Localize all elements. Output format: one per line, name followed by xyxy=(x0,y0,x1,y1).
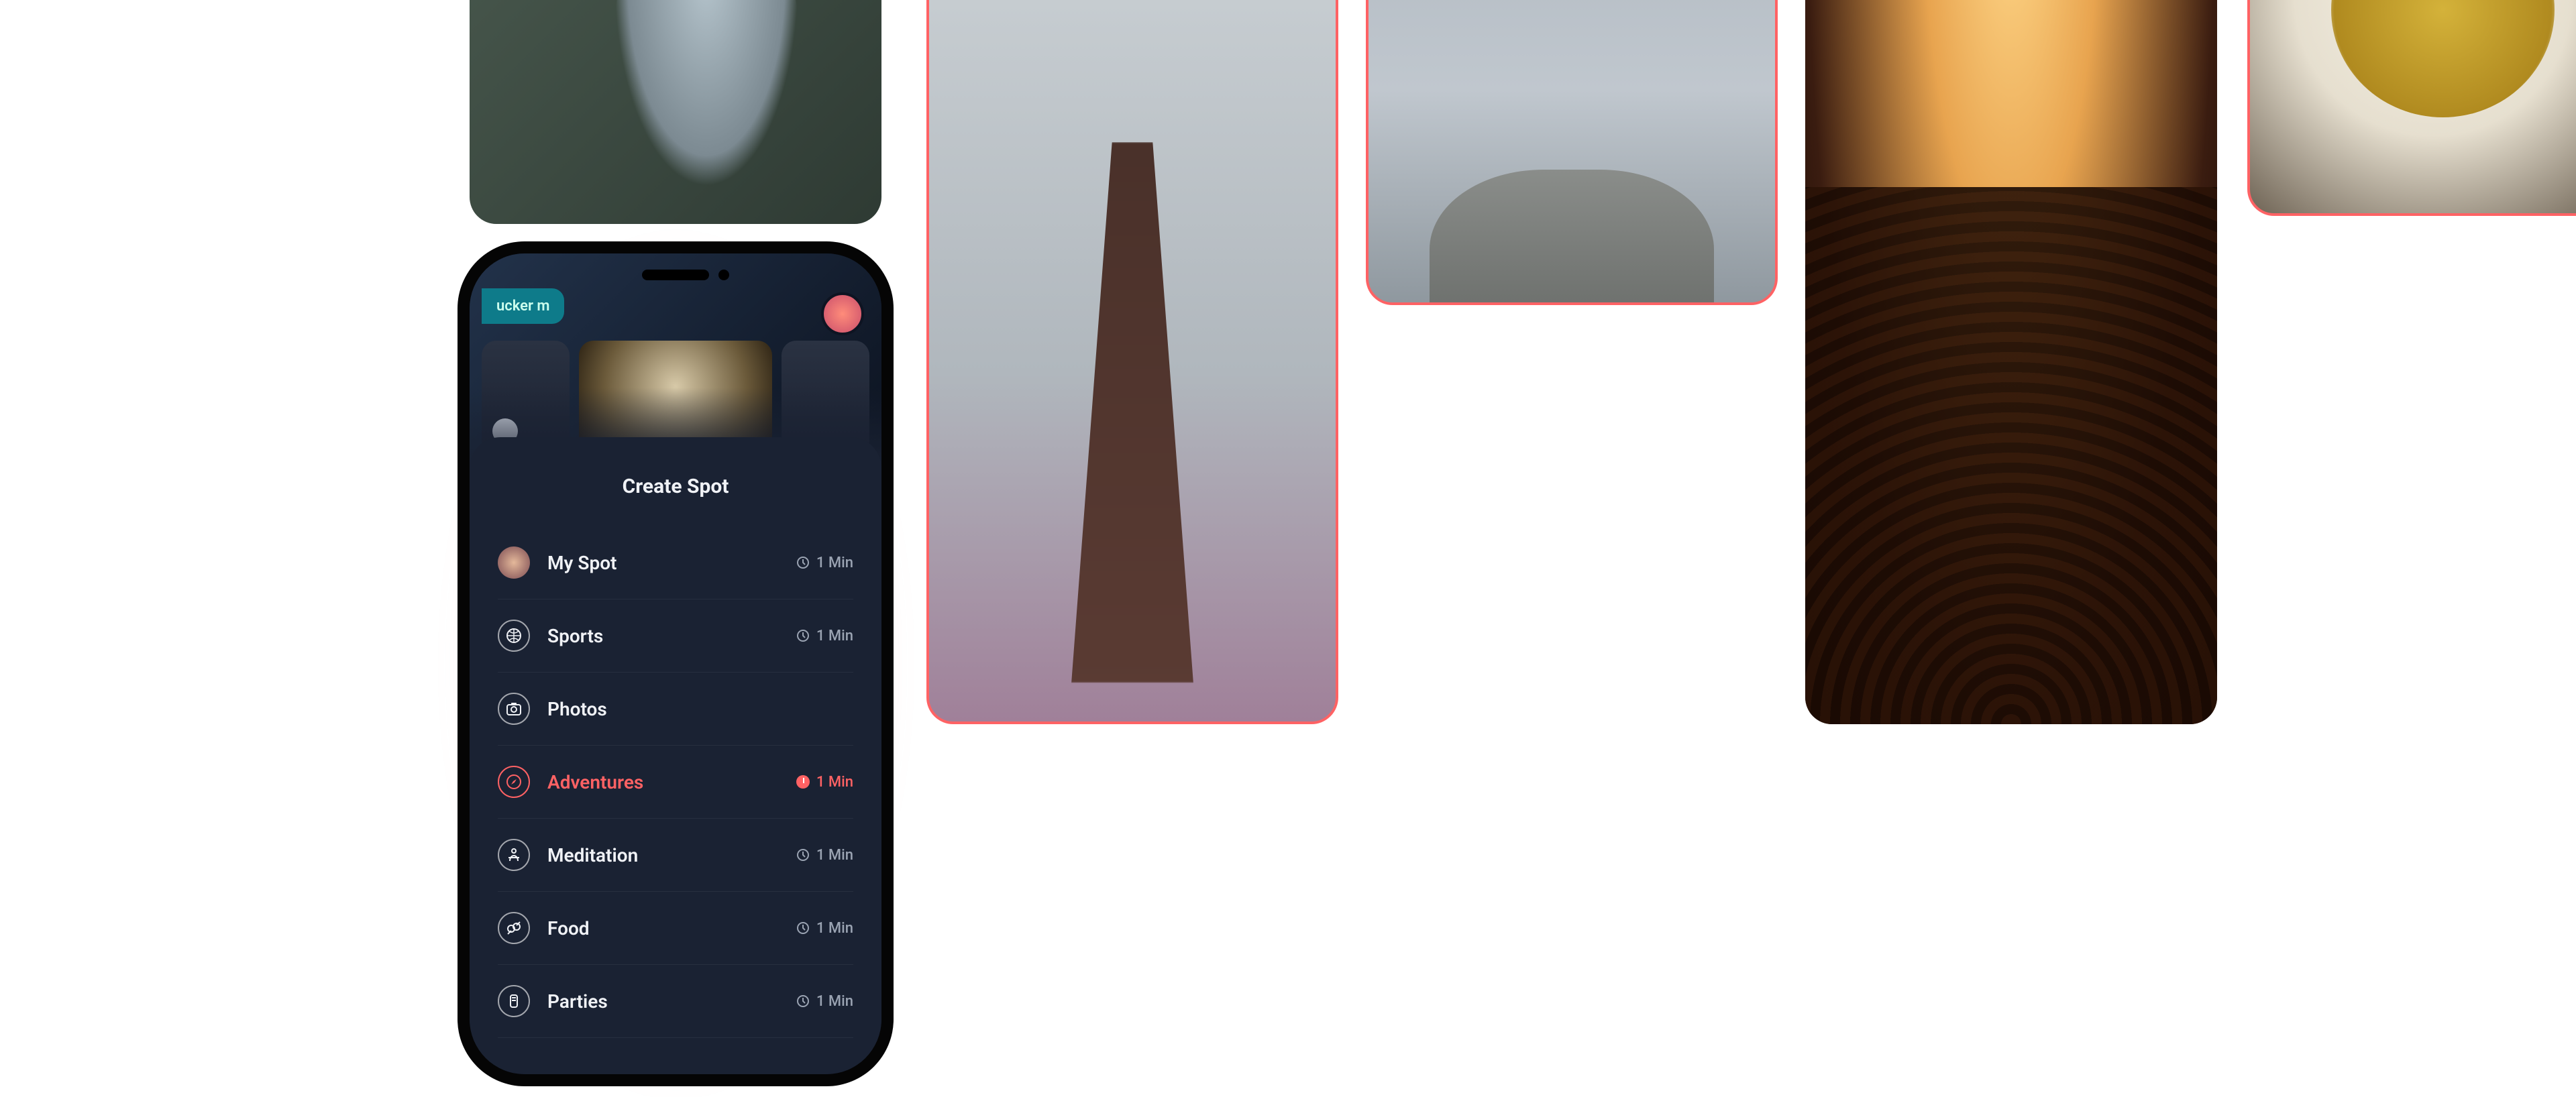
gallery-tile-food[interactable] xyxy=(2247,0,2576,216)
clock-icon xyxy=(796,556,810,569)
phone-background-feed: ucker m xyxy=(470,253,881,468)
category-label: Food xyxy=(547,917,590,939)
gallery-tile-girl[interactable] xyxy=(926,0,1338,724)
category-list: My Spot 1 Min Sports 1 Min Photos Adventures 1… xyxy=(498,526,853,1038)
category-row-sports[interactable]: Sports 1 Min xyxy=(498,599,853,673)
time-badge: 1 Min xyxy=(796,993,853,1010)
phone-mockup: ucker m Create Spot My Spot 1 Min Sports 1 … xyxy=(458,241,894,1086)
phone-notch xyxy=(642,270,709,280)
time-badge: 1 Min xyxy=(796,774,853,791)
time-badge: 1 Min xyxy=(796,628,853,644)
clock-icon xyxy=(796,848,810,862)
clock-icon xyxy=(796,629,810,642)
parties-icon xyxy=(498,985,530,1017)
clock-icon xyxy=(796,775,810,789)
category-row-meditation[interactable]: Meditation 1 Min xyxy=(498,819,853,892)
category-label: Sports xyxy=(547,625,603,647)
category-label: Meditation xyxy=(547,844,638,866)
category-row-adventures[interactable]: Adventures 1 Min xyxy=(498,746,853,819)
meditation-icon xyxy=(498,839,530,871)
compass-icon xyxy=(498,766,530,798)
gallery-tile-concert[interactable] xyxy=(1805,0,2217,724)
category-row-parties[interactable]: Parties 1 Min xyxy=(498,965,853,1038)
category-label: Adventures xyxy=(547,771,643,793)
avatar-icon xyxy=(498,546,530,579)
time-badge: 1 Min xyxy=(796,555,853,571)
sports-icon xyxy=(498,620,530,652)
camera-icon xyxy=(498,693,530,725)
feed-chip: ucker m xyxy=(482,288,564,324)
time-badge: 1 Min xyxy=(796,847,853,864)
category-row-my-spot[interactable]: My Spot 1 Min xyxy=(498,526,853,599)
sheet-title: Create Spot xyxy=(498,475,853,498)
food-icon xyxy=(498,912,530,944)
time-badge: 1 Min xyxy=(796,920,853,937)
category-row-photos[interactable]: Photos xyxy=(498,673,853,746)
story-bubble[interactable] xyxy=(821,292,864,335)
phone-screen: ucker m Create Spot My Spot 1 Min Sports 1 … xyxy=(470,253,881,1074)
category-label: Photos xyxy=(547,698,607,720)
category-label: My Spot xyxy=(547,552,616,574)
category-label: Parties xyxy=(547,990,608,1013)
clock-icon xyxy=(796,994,810,1008)
create-spot-sheet: Create Spot My Spot 1 Min Sports 1 Min Photo… xyxy=(470,437,881,1074)
category-row-food[interactable]: Food 1 Min xyxy=(498,892,853,965)
gallery-tile-meditation[interactable] xyxy=(470,0,881,224)
gallery-tile-hiker[interactable] xyxy=(1366,0,1778,305)
clock-icon xyxy=(796,921,810,935)
